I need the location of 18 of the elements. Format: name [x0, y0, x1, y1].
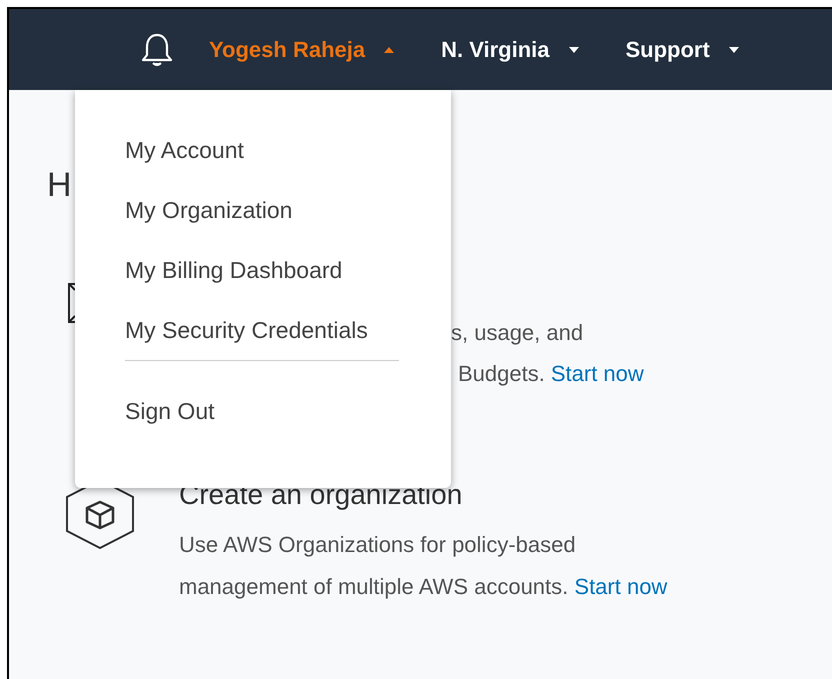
start-now-link[interactable]: Start now — [574, 574, 668, 599]
bell-icon — [140, 32, 174, 68]
start-now-link[interactable]: Start now — [550, 357, 644, 390]
card-description: Use AWS Organizations for policy-based management of multiple AWS accounts. Start now — [179, 531, 668, 601]
navigation-menu-button[interactable]: Yogesh Raheja — [209, 33, 396, 66]
budget-description: Budgets. — [458, 360, 545, 388]
menu-item[interactable]: My Security Credentials — [125, 312, 368, 372]
caret-icon — [728, 46, 740, 54]
navigation-menu-button[interactable]: N. Virginia — [441, 33, 580, 66]
page-heading: H — [47, 168, 72, 202]
menu-item[interactable]: My Organization — [125, 192, 292, 252]
menu-item[interactable]: My Account — [125, 132, 244, 192]
menu-item[interactable]: Sign Out — [125, 393, 214, 453]
caret-icon — [568, 46, 580, 54]
navigation-menu-button[interactable]: Support — [626, 33, 740, 66]
budget-description: s, usage, and — [451, 319, 584, 347]
caret-icon — [383, 46, 396, 54]
menu-item[interactable]: My Billing Dashboard — [125, 252, 342, 312]
